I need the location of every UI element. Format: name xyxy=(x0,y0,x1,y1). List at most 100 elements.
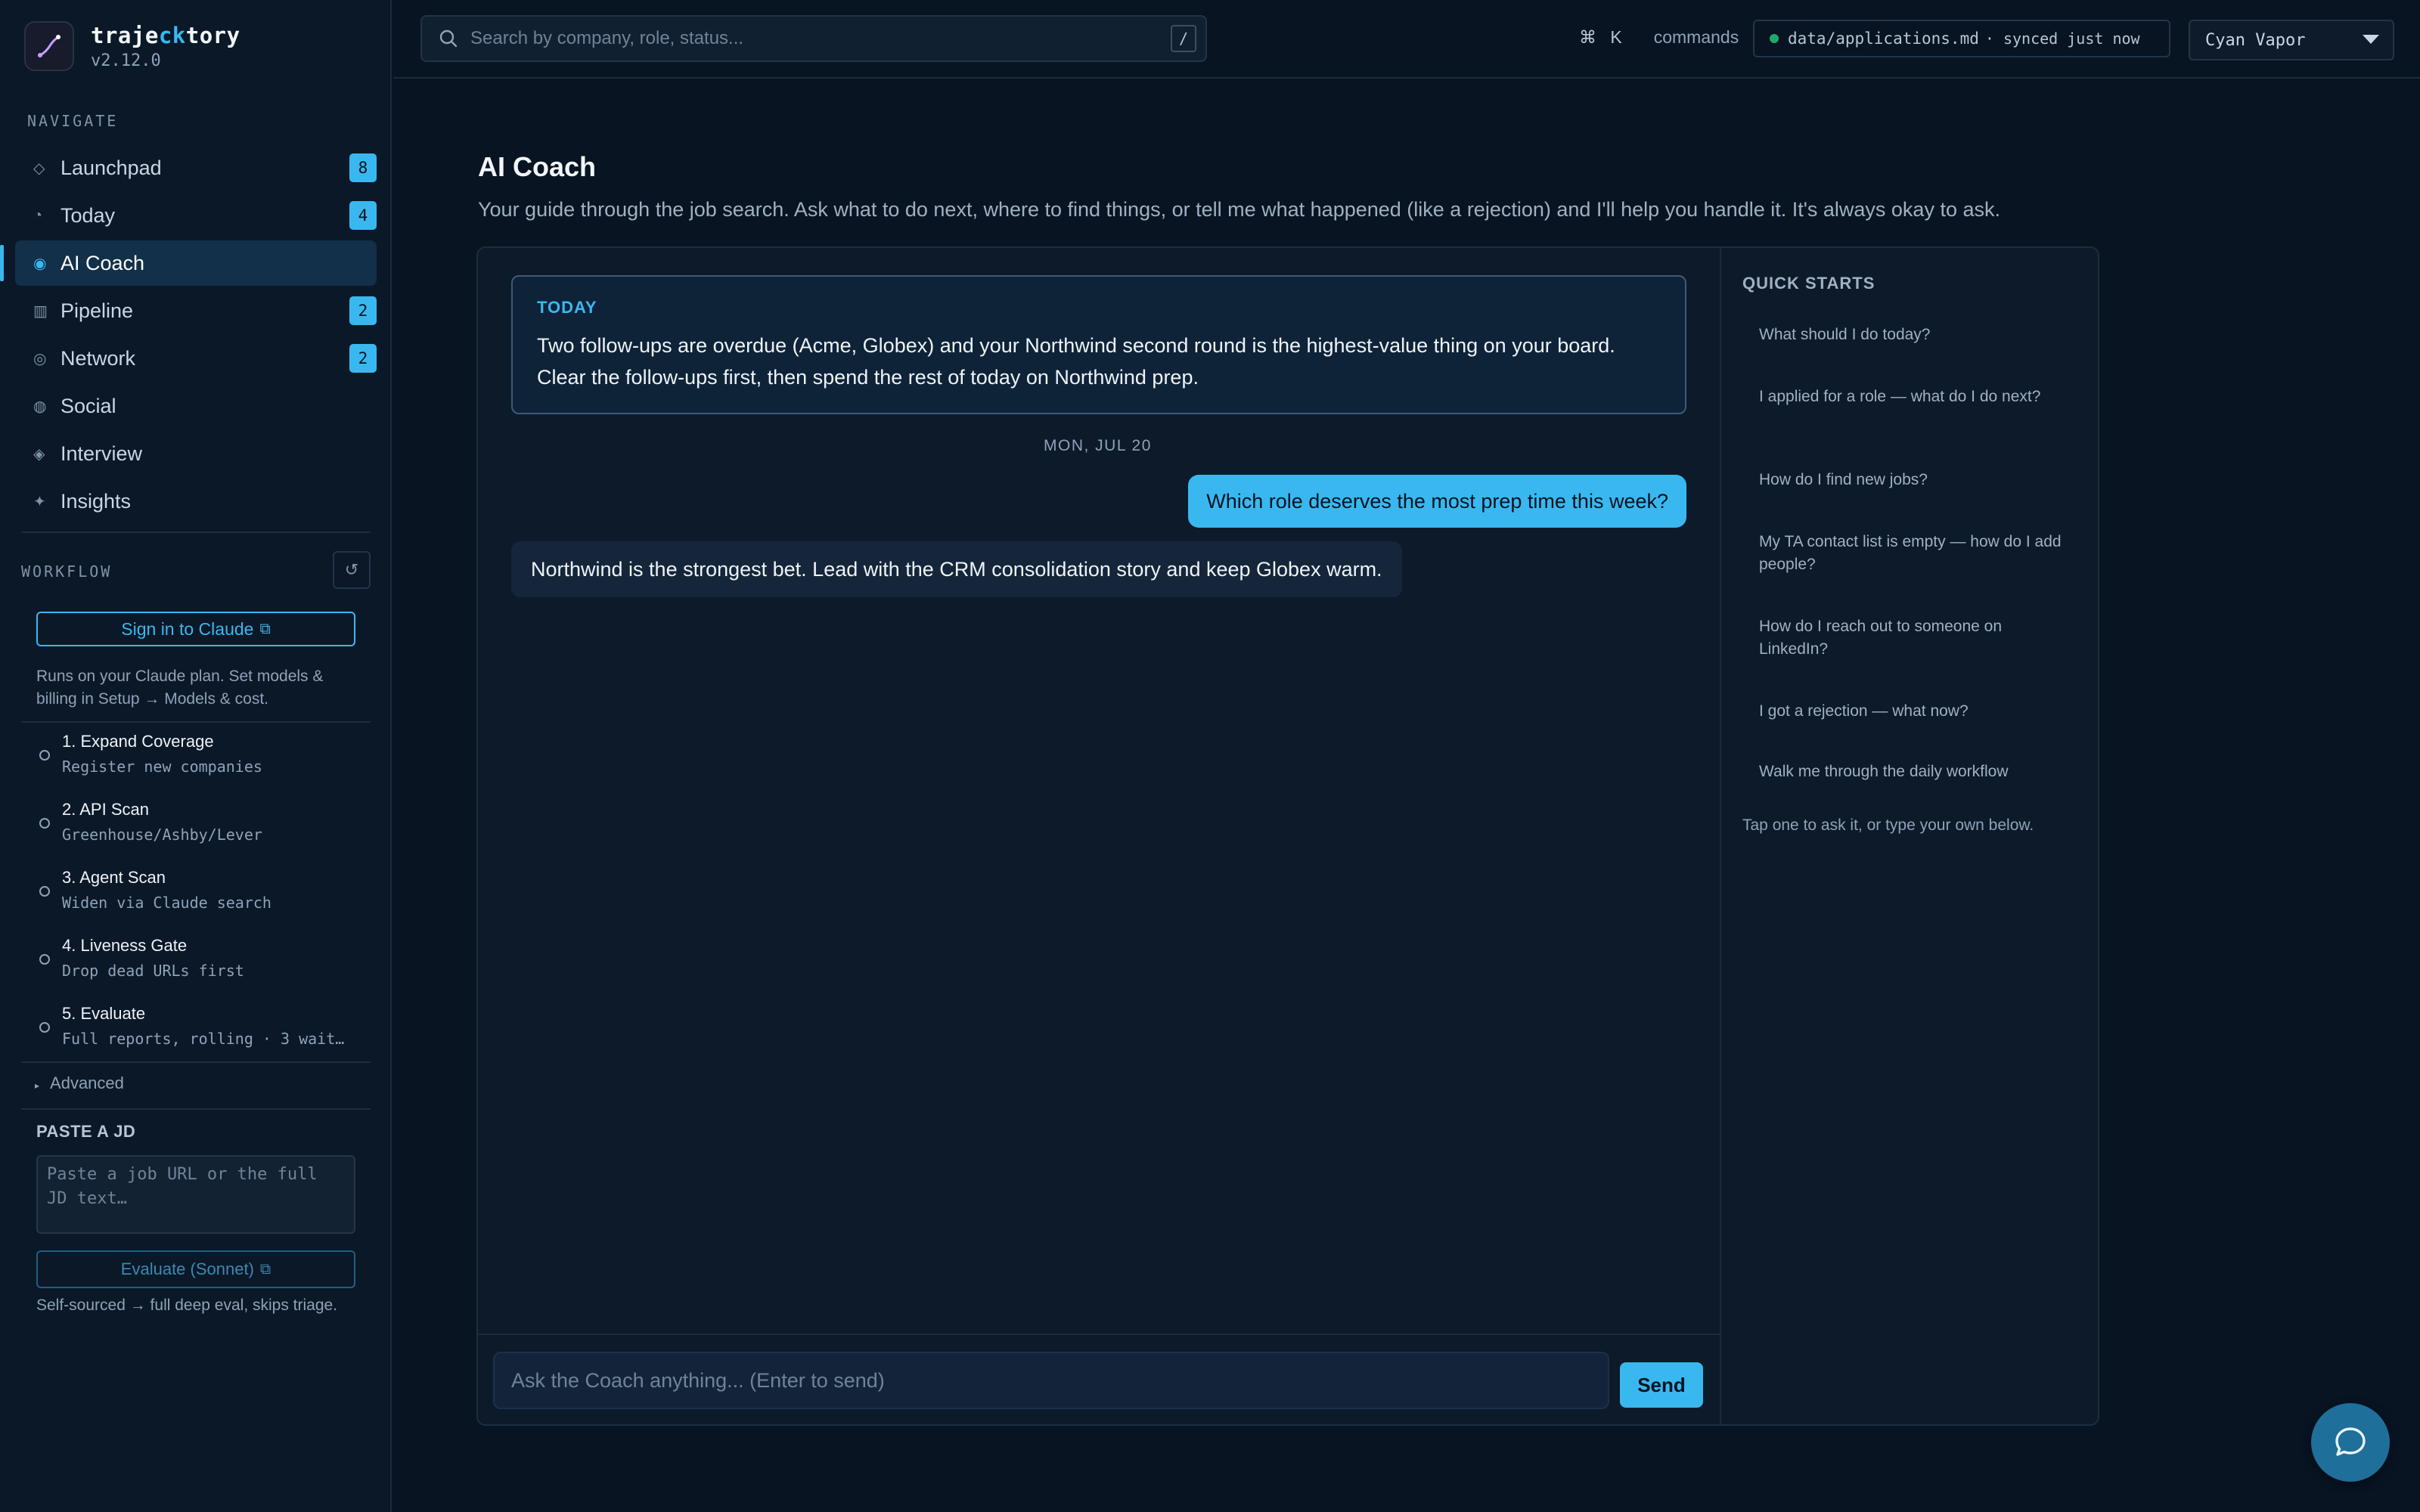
nav-item-social[interactable]: ◍ Social xyxy=(15,383,377,429)
nav-item-label: Launchpad xyxy=(60,156,162,179)
signin-label: Sign in to Claude xyxy=(121,618,254,639)
today-summary-card: TODAY Two follow-ups are overdue (Acme, … xyxy=(511,275,1686,414)
nav-item-today[interactable]: ◔ Today 4 xyxy=(15,193,377,238)
app-logo-icon xyxy=(24,21,74,71)
sync-status[interactable]: data/applications.md · synced just now xyxy=(1753,20,2170,57)
quick-start-item[interactable]: Walk me through the daily workflow xyxy=(1759,761,2069,783)
ring-icon: ◎ xyxy=(33,350,47,367)
external-link-icon: ⧉ xyxy=(259,1260,271,1278)
user-message: Which role deserves the most prep time t… xyxy=(1188,475,1686,528)
clock-icon: ◔ xyxy=(33,206,43,224)
quick-starts-footer: Tap one to ask it, or type your own belo… xyxy=(1742,816,2034,834)
step-subtitle: Widen via Claude search xyxy=(62,894,271,912)
step-subtitle: Register new companies xyxy=(62,758,262,776)
nav-section-label: NAVIGATE xyxy=(27,112,119,130)
reset-workflow-button[interactable]: ↺ xyxy=(333,551,371,589)
main-nav: ◇ Launchpad 8 ◔ Today 4 ◉ AI Coach ▥ Pip… xyxy=(0,145,377,526)
quick-start-item[interactable]: I applied for a role — what do I do next… xyxy=(1759,386,2069,408)
date-separator: MON, JUL 20 xyxy=(1044,437,1152,454)
coach-message-input[interactable] xyxy=(493,1352,1609,1409)
workflow-step[interactable]: 4. Liveness Gate Drop dead URLs first xyxy=(23,927,371,995)
today-text: Two follow-ups are overdue (Acme, Globex… xyxy=(537,334,1615,389)
search-box[interactable]: / xyxy=(420,15,1207,62)
divider xyxy=(21,1108,371,1110)
step-subtitle: Drop dead URLs first xyxy=(62,962,244,980)
step-subtitle: Greenhouse/Ashby/Lever xyxy=(62,826,262,844)
count-badge: 2 xyxy=(349,344,377,373)
quick-start-item[interactable]: How do I find new jobs? xyxy=(1759,469,2069,491)
target-icon: ◉ xyxy=(33,255,47,272)
nav-item-network[interactable]: ◎ Network 2 xyxy=(15,336,377,381)
evaluate-button[interactable]: Evaluate (Sonnet) ⧉ xyxy=(36,1250,355,1288)
quick-start-item[interactable]: I got a rejection — what now? xyxy=(1759,700,2069,723)
diamond-dot-icon: ◈ xyxy=(33,445,45,463)
workflow-step[interactable]: 5. Evaluate Full reports, rolling · 3 wa… xyxy=(23,995,371,1063)
search-shortcut-key: / xyxy=(1171,25,1196,52)
nav-item-interview[interactable]: ◈ Interview xyxy=(15,431,377,476)
step-status-icon xyxy=(39,1022,50,1033)
paste-jd-note: Self-sourced → full deep eval, skips tri… xyxy=(36,1297,338,1314)
step-title: 3. Agent Scan xyxy=(62,868,166,887)
coach-message: Northwind is the strongest bet. Lead wit… xyxy=(511,541,1402,597)
page-title: AI Coach xyxy=(478,151,597,182)
divider xyxy=(21,531,371,533)
app-name: trajecktory xyxy=(91,22,240,48)
chat-bubble-icon xyxy=(2335,1427,2366,1456)
sparkle-icon: ✦ xyxy=(33,493,46,510)
step-subtitle: Full reports, rolling · 3 waiting xyxy=(62,1030,352,1048)
advanced-toggle[interactable]: ▸ Advanced xyxy=(35,1074,124,1093)
workflow-steps: 1. Expand Coverage Register new companie… xyxy=(23,723,371,1063)
command-palette-button[interactable]: ⌘ K commands xyxy=(1579,27,1739,48)
count-badge: 2 xyxy=(349,296,377,325)
command-shortcut: ⌘ K xyxy=(1579,27,1627,47)
evaluate-label: Evaluate (Sonnet) xyxy=(120,1259,254,1278)
nav-item-label: Pipeline xyxy=(60,299,134,322)
jd-input[interactable] xyxy=(36,1155,355,1234)
chevron-right-icon: ▸ xyxy=(35,1080,40,1091)
nav-item-ai-coach[interactable]: ◉ AI Coach xyxy=(0,240,377,286)
paste-jd-title: PASTE A JD xyxy=(36,1122,136,1141)
sign-in-claude-button[interactable]: Sign in to Claude ⧉ xyxy=(36,612,355,646)
command-label: commands xyxy=(1653,27,1739,47)
step-title: 2. API Scan xyxy=(62,800,149,819)
nav-item-insights[interactable]: ✦ Insights xyxy=(15,479,377,524)
step-status-icon xyxy=(39,954,50,965)
step-title: 1. Expand Coverage xyxy=(62,732,214,751)
sync-file: data/applications.md xyxy=(1788,29,1979,48)
sync-status-dot-icon xyxy=(1770,34,1779,43)
step-status-icon xyxy=(39,886,50,897)
send-button[interactable]: Send xyxy=(1620,1362,1703,1408)
nav-item-label: Today xyxy=(60,203,116,227)
workflow-step[interactable]: 2. API Scan Greenhouse/Ashby/Lever xyxy=(23,791,371,859)
dot-icon: ◍ xyxy=(33,398,47,415)
quick-start-item[interactable]: What should I do today? xyxy=(1759,324,2069,346)
nav-item-label: Insights xyxy=(60,489,132,513)
workflow-step[interactable]: 3. Agent Scan Widen via Claude search xyxy=(23,859,371,927)
quick-starts-divider xyxy=(1720,248,1721,1424)
nav-item-launchpad[interactable]: ◇ Launchpad 8 xyxy=(15,145,377,191)
chat-fab-button[interactable] xyxy=(2311,1403,2390,1482)
nav-item-pipeline[interactable]: ▥ Pipeline 2 xyxy=(15,288,377,333)
theme-select[interactable]: Cyan Vapor xyxy=(2189,20,2394,60)
workflow-step[interactable]: 1. Expand Coverage Register new companie… xyxy=(23,723,371,791)
chevron-down-icon xyxy=(2363,35,2379,44)
count-badge: 4 xyxy=(349,201,377,230)
page-subtitle: Your guide through the job search. Ask w… xyxy=(478,198,2000,221)
refresh-icon: ↺ xyxy=(344,560,359,579)
divider xyxy=(478,1334,1721,1335)
step-title: 5. Evaluate xyxy=(62,1004,146,1023)
brand[interactable]: trajecktory v2.12.0 xyxy=(24,20,240,73)
today-label: TODAY xyxy=(537,298,597,317)
quick-start-item[interactable]: My TA contact list is empty — how do I a… xyxy=(1759,531,2069,576)
quick-start-item[interactable]: How do I reach out to someone on LinkedI… xyxy=(1759,615,2069,661)
step-title: 4. Liveness Gate xyxy=(62,936,188,955)
search-input[interactable] xyxy=(470,28,1171,49)
count-badge: 8 xyxy=(349,153,377,182)
advanced-label: Advanced xyxy=(50,1074,124,1092)
nav-item-label: Social xyxy=(60,394,116,417)
step-status-icon xyxy=(39,818,50,829)
nav-item-label: AI Coach xyxy=(60,251,145,274)
nav-item-label: Network xyxy=(60,346,136,370)
coach-panel xyxy=(476,246,2099,1426)
theme-value: Cyan Vapor xyxy=(2205,30,2306,50)
